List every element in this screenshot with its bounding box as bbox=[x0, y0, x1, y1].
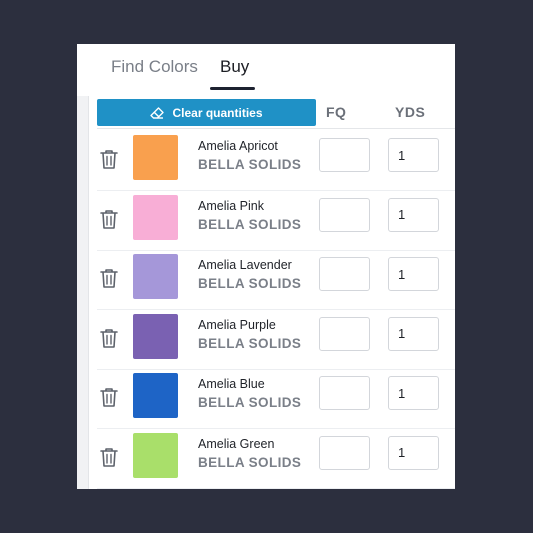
fq-quantity-input[interactable] bbox=[319, 376, 370, 410]
tab-bar: Find Colors Buy bbox=[77, 44, 455, 92]
color-brand: BELLA SOLIDS bbox=[198, 276, 302, 291]
color-name: Amelia Purple bbox=[198, 317, 276, 332]
color-brand: BELLA SOLIDS bbox=[198, 395, 302, 410]
list-item: Amelia Apricot BELLA SOLIDS bbox=[97, 130, 455, 191]
yds-quantity-input[interactable] bbox=[388, 197, 439, 232]
yds-quantity-input[interactable] bbox=[388, 435, 439, 470]
trash-icon[interactable] bbox=[99, 208, 119, 230]
scroll-gutter bbox=[77, 96, 89, 489]
color-swatch bbox=[133, 373, 178, 418]
fq-quantity-input[interactable] bbox=[319, 435, 370, 470]
color-name: Amelia Lavender bbox=[198, 258, 292, 272]
trash-icon[interactable] bbox=[99, 148, 119, 170]
color-name: Amelia Blue bbox=[198, 377, 265, 391]
active-tab-indicator bbox=[210, 87, 255, 90]
column-header-yds: YDS bbox=[395, 104, 426, 120]
list-item: Amelia Green BELLA SOLIDS bbox=[97, 428, 455, 489]
color-swatch bbox=[133, 254, 178, 299]
yds-quantity-input[interactable] bbox=[388, 376, 439, 410]
fq-quantity-input[interactable] bbox=[319, 316, 370, 351]
list-item: Amelia Purple BELLA SOLIDS bbox=[97, 309, 455, 370]
color-name: Amelia Apricot bbox=[198, 139, 278, 153]
fq-quantity-input[interactable] bbox=[319, 197, 370, 232]
tab-buy[interactable]: Buy bbox=[220, 57, 249, 77]
column-header-fq: FQ bbox=[326, 104, 347, 120]
list-item: Amelia Blue BELLA SOLIDS bbox=[97, 368, 455, 429]
color-swatch bbox=[133, 194, 178, 240]
yds-quantity-input[interactable] bbox=[388, 316, 439, 351]
fq-quantity-input[interactable] bbox=[319, 138, 370, 172]
color-name: Amelia Pink bbox=[198, 198, 264, 213]
color-swatch bbox=[133, 432, 178, 478]
yds-quantity-input[interactable] bbox=[388, 138, 439, 172]
header-divider bbox=[97, 128, 455, 129]
color-brand: BELLA SOLIDS bbox=[198, 157, 302, 172]
list-item: Amelia Lavender BELLA SOLIDS bbox=[97, 249, 455, 310]
trash-icon[interactable] bbox=[99, 386, 119, 408]
color-brand: BELLA SOLIDS bbox=[198, 216, 302, 232]
tab-find-colors[interactable]: Find Colors bbox=[111, 57, 198, 77]
color-swatch bbox=[133, 313, 178, 359]
color-brand: BELLA SOLIDS bbox=[198, 335, 302, 351]
color-name: Amelia Green bbox=[198, 436, 275, 451]
trash-icon[interactable] bbox=[99, 327, 119, 349]
clear-quantities-label: Clear quantities bbox=[172, 105, 263, 120]
fq-quantity-input[interactable] bbox=[319, 257, 370, 291]
color-brand: BELLA SOLIDS bbox=[198, 454, 302, 470]
eraser-icon bbox=[150, 106, 165, 119]
yds-quantity-input[interactable] bbox=[388, 257, 439, 291]
trash-icon[interactable] bbox=[99, 267, 119, 289]
trash-icon[interactable] bbox=[99, 446, 119, 468]
clear-quantities-button[interactable]: Clear quantities bbox=[97, 99, 316, 126]
buy-panel: Find Colors Buy Clear quantities FQ YDS … bbox=[77, 44, 455, 489]
color-swatch bbox=[133, 135, 178, 180]
list-item: Amelia Pink BELLA SOLIDS bbox=[97, 190, 455, 251]
